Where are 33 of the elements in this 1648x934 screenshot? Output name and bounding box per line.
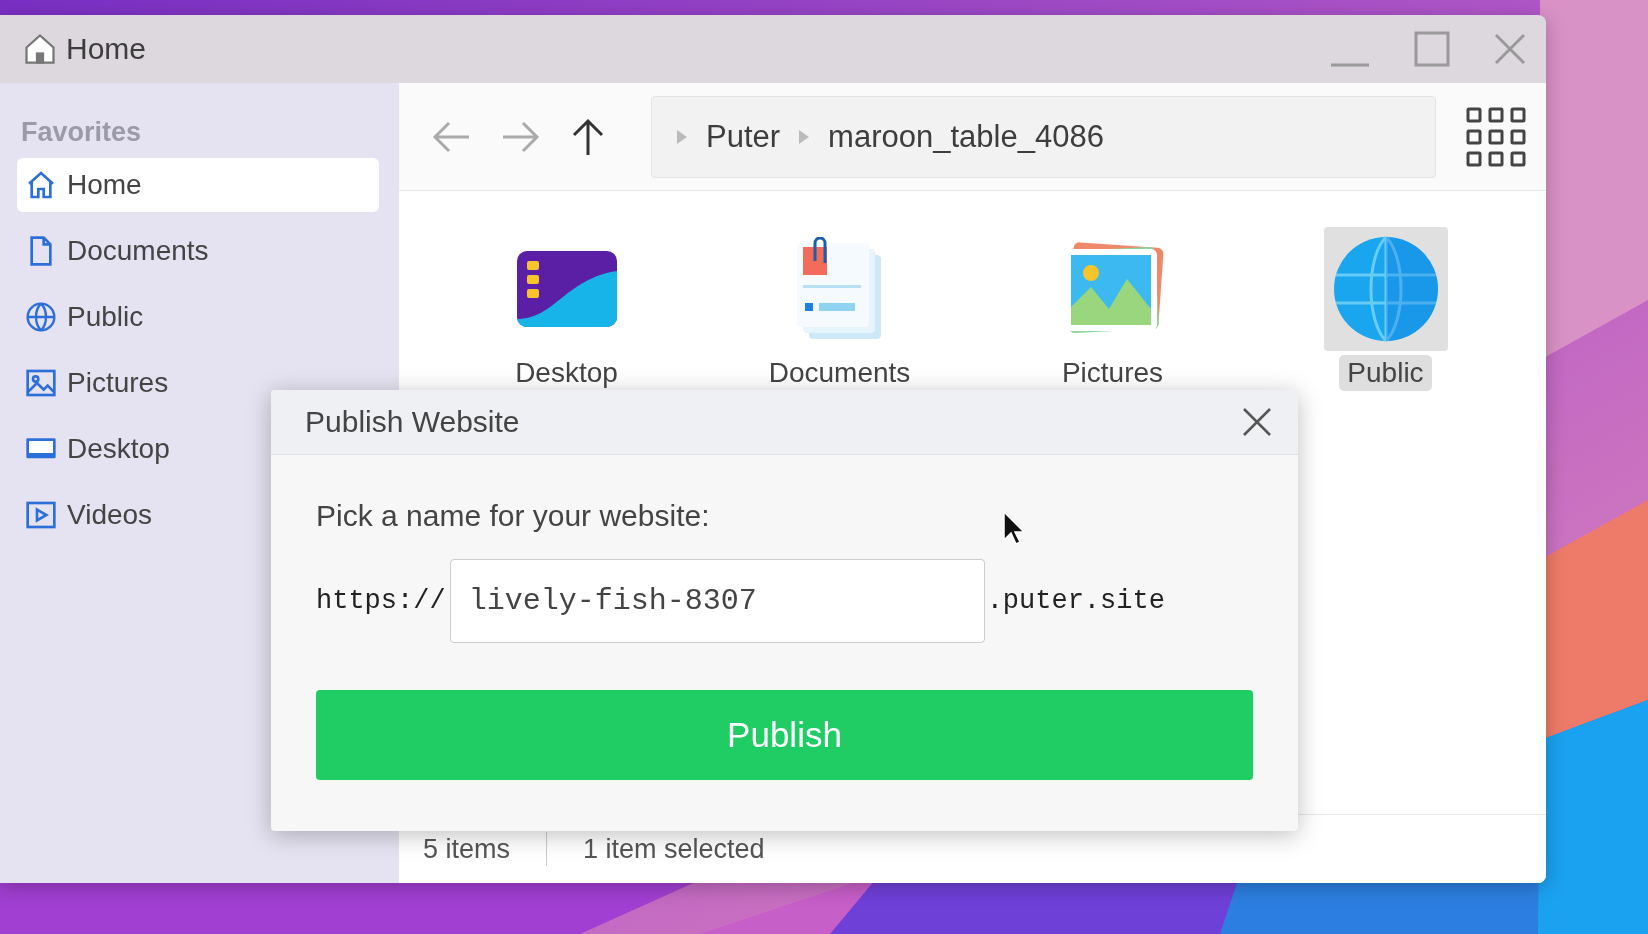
file-name[interactable]: Documents — [760, 355, 919, 391]
url-prefix: https:// — [316, 586, 446, 616]
file-name[interactable]: Public — [1339, 355, 1432, 391]
file-name[interactable]: Desktop — [507, 355, 626, 391]
globe-icon — [1331, 235, 1440, 343]
sidebar-item[interactable]: Public — [17, 290, 379, 344]
window-title: Home — [66, 32, 148, 66]
breadcrumb-item[interactable]: Puter — [706, 118, 781, 155]
maximize-icon[interactable] — [1414, 31, 1450, 67]
home-icon — [25, 169, 57, 201]
breadcrumb-item[interactable]: maroon_table_4086 — [828, 118, 1104, 155]
file-name[interactable]: Pictures — [1053, 355, 1172, 391]
up-arrow-icon[interactable] — [571, 116, 605, 157]
website-name-field[interactable]: lively-fish-8307 — [449, 559, 985, 643]
home-icon — [22, 31, 58, 67]
selection-count: 1 item selected — [583, 833, 765, 865]
folder-icon — [514, 249, 619, 329]
picture-icon — [25, 367, 57, 399]
back-arrow-icon[interactable] — [431, 119, 471, 154]
forward-arrow-icon[interactable] — [501, 119, 541, 154]
sidebar-item[interactable]: Documents — [17, 224, 379, 278]
close-icon[interactable] — [1242, 407, 1272, 437]
item-count: 5 items — [423, 833, 511, 865]
url-suffix: .puter.site — [986, 586, 1165, 616]
caret-icon — [798, 128, 811, 145]
mouse-cursor-icon — [1002, 510, 1026, 546]
caret-icon — [676, 128, 688, 145]
sidebar-item[interactable]: Home — [17, 158, 379, 212]
grid-view-icon[interactable] — [1466, 106, 1526, 167]
video-icon — [25, 499, 57, 531]
globe-icon — [25, 301, 57, 333]
prompt-text: Pick a name for your website: — [316, 499, 710, 533]
sidebar-heading: Favorites — [20, 117, 143, 149]
